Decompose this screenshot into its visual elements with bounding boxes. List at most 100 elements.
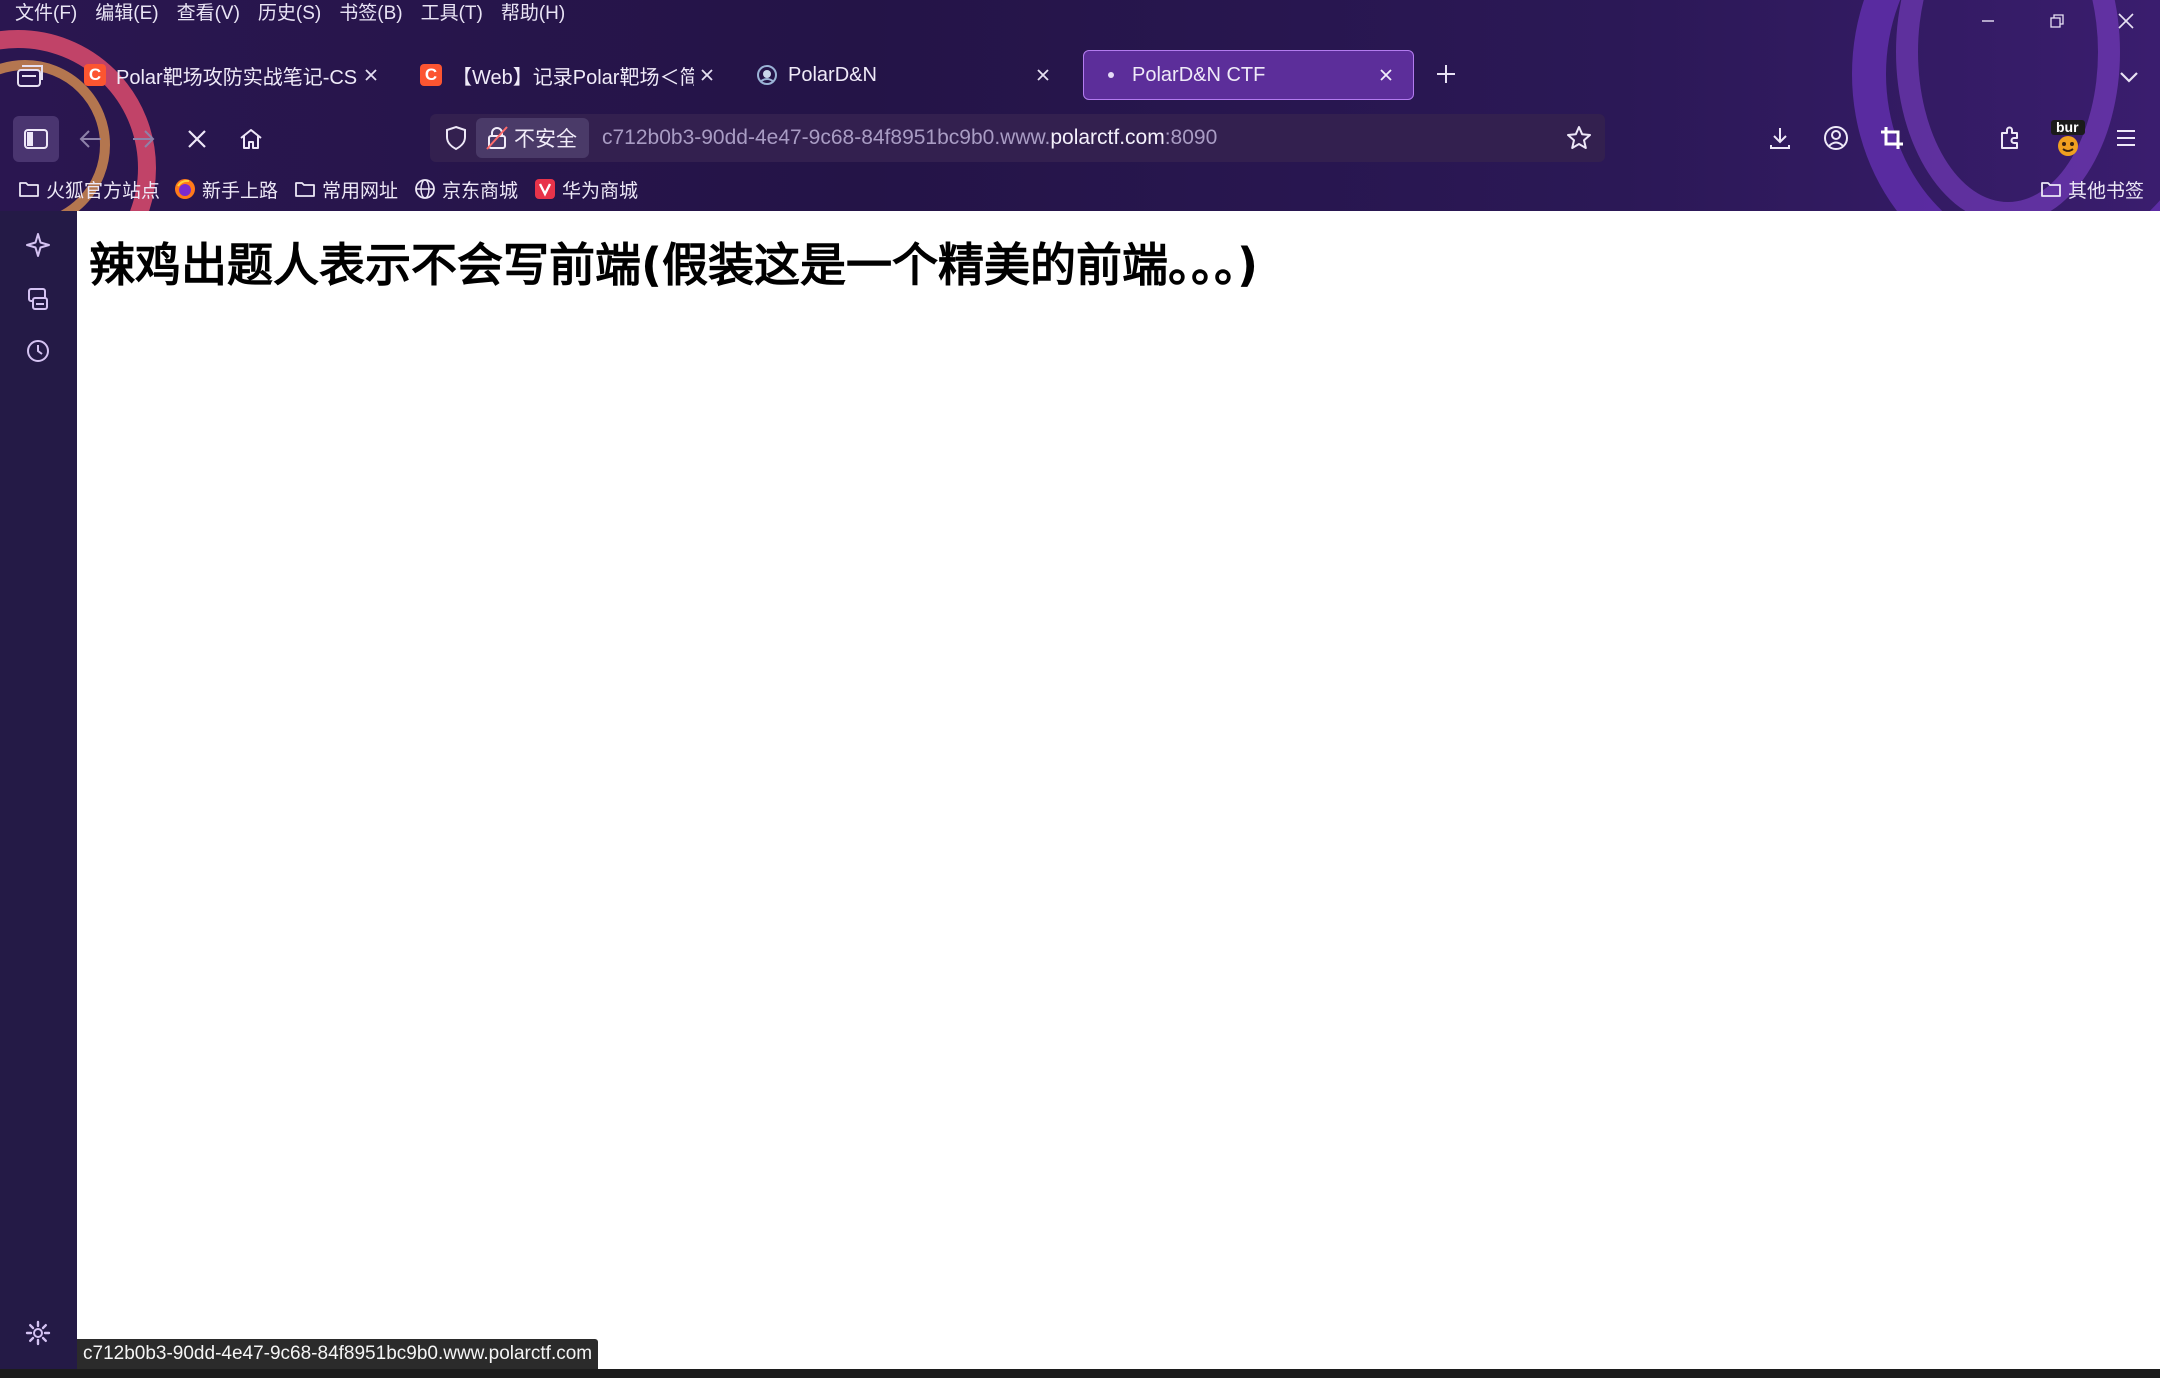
account-button[interactable]	[1814, 116, 1858, 160]
tab-polar-csdn[interactable]: C Polar靶场攻防实战笔记-CSDN博客	[68, 50, 398, 100]
tab-label: PolarD&N	[788, 63, 877, 86]
bookmark-label: 京东商城	[442, 180, 519, 202]
sidebar-settings-button[interactable]	[20, 1315, 56, 1351]
close-icon	[1037, 69, 1049, 81]
menu-tools[interactable]: 工具(T)	[412, 0, 492, 28]
folder-icon	[2040, 178, 2062, 200]
menu-file[interactable]: 文件(F)	[6, 0, 86, 28]
bookmark-common-sites[interactable]: 常用网址	[294, 172, 398, 206]
tab-web-polar[interactable]: C 【Web】记录Polar靶场＜简单	[404, 50, 734, 100]
back-button[interactable]	[68, 116, 114, 162]
extension-badge: bur	[2056, 119, 2079, 135]
plus-icon	[1437, 65, 1455, 83]
insecure-label: 不安全	[514, 128, 577, 151]
insecure-lock-icon	[486, 126, 508, 150]
tab-close-button[interactable]	[694, 62, 720, 88]
close-icon	[701, 69, 713, 81]
stop-loading-button[interactable]	[174, 116, 220, 162]
bookmark-getting-started[interactable]: 新手上路	[174, 172, 278, 206]
burp-extension-button[interactable]: bur	[2046, 116, 2090, 160]
tab-groups-icon	[17, 65, 43, 87]
app-menu-button[interactable]	[2104, 116, 2148, 160]
menu-history[interactable]: 历史(S)	[249, 0, 330, 28]
bookmark-other-bookmarks[interactable]: 其他书签	[2040, 172, 2144, 206]
url-text[interactable]: c712b0b3-90dd-4e47-9c68-84f8951bc9b0.www…	[602, 114, 1217, 162]
home-icon	[240, 129, 262, 149]
page-content: 辣鸡出题人表示不会写前端(假装这是一个精美的前端。。。)	[77, 211, 2160, 1369]
menu-edit[interactable]: 编辑(E)	[86, 0, 167, 28]
crop-icon	[1881, 127, 1903, 149]
taskbar-edge	[0, 1369, 2160, 1378]
close-icon	[365, 69, 377, 81]
new-tab-button[interactable]	[1428, 58, 1464, 94]
folder-icon	[294, 178, 316, 200]
tab-polardn-ctf-active[interactable]: PolarD&N CTF	[1083, 50, 1414, 100]
bookmark-jd[interactable]: 京东商城	[414, 172, 518, 206]
close-icon	[1380, 69, 1392, 81]
csdn-icon: C	[84, 64, 106, 86]
bookmark-label: 新手上路	[202, 180, 279, 202]
tab-label: 【Web】记录Polar靶场＜简单	[452, 66, 694, 89]
list-all-tabs-button[interactable]	[2114, 62, 2144, 92]
screenshot-button[interactable]	[1870, 116, 1914, 160]
history-button[interactable]	[20, 333, 56, 369]
tab-close-button[interactable]	[1030, 62, 1056, 88]
clock-icon	[27, 340, 49, 362]
window-controls	[1953, 0, 2160, 42]
download-icon	[1770, 128, 1790, 149]
tab-close-button[interactable]	[1373, 62, 1399, 88]
hamburger-menu-icon	[2117, 130, 2135, 146]
close-window-button[interactable]	[2091, 0, 2160, 42]
tab-groups-button[interactable]	[14, 62, 46, 90]
sidebar-icon	[24, 129, 48, 149]
loading-dot-icon	[1100, 64, 1122, 86]
bookmarks-toolbar: 火狐官方站点 新手上路 常用网址 京东商城 华为商城 其他书签	[0, 172, 2160, 206]
navigation-bar: 不安全 c712b0b3-90dd-4e47-9c68-84f8951bc9b0…	[0, 112, 2160, 164]
arrow-right-icon	[133, 130, 155, 148]
chevron-down-icon	[2120, 72, 2138, 83]
bookmark-firefox-official[interactable]: 火狐官方站点	[18, 172, 160, 206]
restore-button[interactable]	[2022, 0, 2091, 42]
downloads-button[interactable]	[1758, 116, 1802, 160]
tab-bar: C Polar靶场攻防实战笔记-CSDN博客 C 【Web】记录Polar靶场＜…	[0, 48, 2160, 104]
browser-chrome: 文件(F) 编辑(E) 查看(V) 历史(S) 书签(B) 工具(T) 帮助(H…	[0, 0, 2160, 211]
bookmark-star-button[interactable]	[1563, 122, 1595, 154]
tab-label: Polar靶场攻防实战笔记-CSDN博客	[116, 66, 358, 89]
bookmark-label: 华为商城	[562, 180, 639, 202]
shield-icon	[446, 125, 466, 151]
tab-close-button[interactable]	[358, 62, 384, 88]
puzzle-icon	[2001, 126, 2018, 149]
connection-insecure-badge[interactable]: 不安全	[476, 118, 589, 158]
minimize-icon	[1981, 20, 1994, 22]
url-prefix: c712b0b3-90dd-4e47-9c68-84f8951bc9b0.www…	[602, 126, 1051, 149]
vmall-icon	[534, 178, 556, 200]
sidebar-toggle-button[interactable]	[13, 116, 59, 162]
minimize-button[interactable]	[1953, 0, 2022, 42]
restore-icon	[2049, 14, 2064, 28]
close-icon	[2117, 13, 2134, 29]
bookmark-label: 火狐官方站点	[46, 180, 161, 202]
star-icon	[1567, 126, 1591, 149]
folder-icon	[18, 178, 40, 200]
url-bar[interactable]: 不安全 c712b0b3-90dd-4e47-9c68-84f8951bc9b0…	[430, 114, 1605, 162]
ai-chatbot-button[interactable]	[20, 227, 56, 263]
menu-bookmarks[interactable]: 书签(B)	[330, 0, 411, 28]
bookmark-vmall[interactable]: 华为商城	[534, 172, 638, 206]
menu-view[interactable]: 查看(V)	[168, 0, 249, 28]
home-button[interactable]	[228, 116, 274, 162]
arrow-left-icon	[79, 130, 101, 148]
tracking-protection-button[interactable]	[440, 122, 472, 154]
extensions-button[interactable]	[1988, 116, 2032, 160]
menu-bar: 文件(F) 编辑(E) 查看(V) 历史(S) 书签(B) 工具(T) 帮助(H…	[6, 0, 574, 28]
forward-button[interactable]	[120, 116, 166, 162]
page-heading: 辣鸡出题人表示不会写前端(假装这是一个精美的前端。。。)	[89, 238, 1259, 292]
gear-icon	[25, 1320, 51, 1346]
firefox-icon	[174, 178, 196, 200]
browser-window: 文件(F) 编辑(E) 查看(V) 历史(S) 书签(B) 工具(T) 帮助(H…	[0, 0, 2160, 1378]
synced-tabs-button[interactable]	[20, 281, 56, 317]
url-domain: polarctf.com	[1050, 126, 1165, 149]
menu-help[interactable]: 帮助(H)	[492, 0, 574, 28]
tab-polardn[interactable]: PolarD&N	[740, 50, 1070, 100]
bookmark-label: 其他书签	[2068, 180, 2145, 202]
csdn-icon: C	[420, 64, 442, 86]
